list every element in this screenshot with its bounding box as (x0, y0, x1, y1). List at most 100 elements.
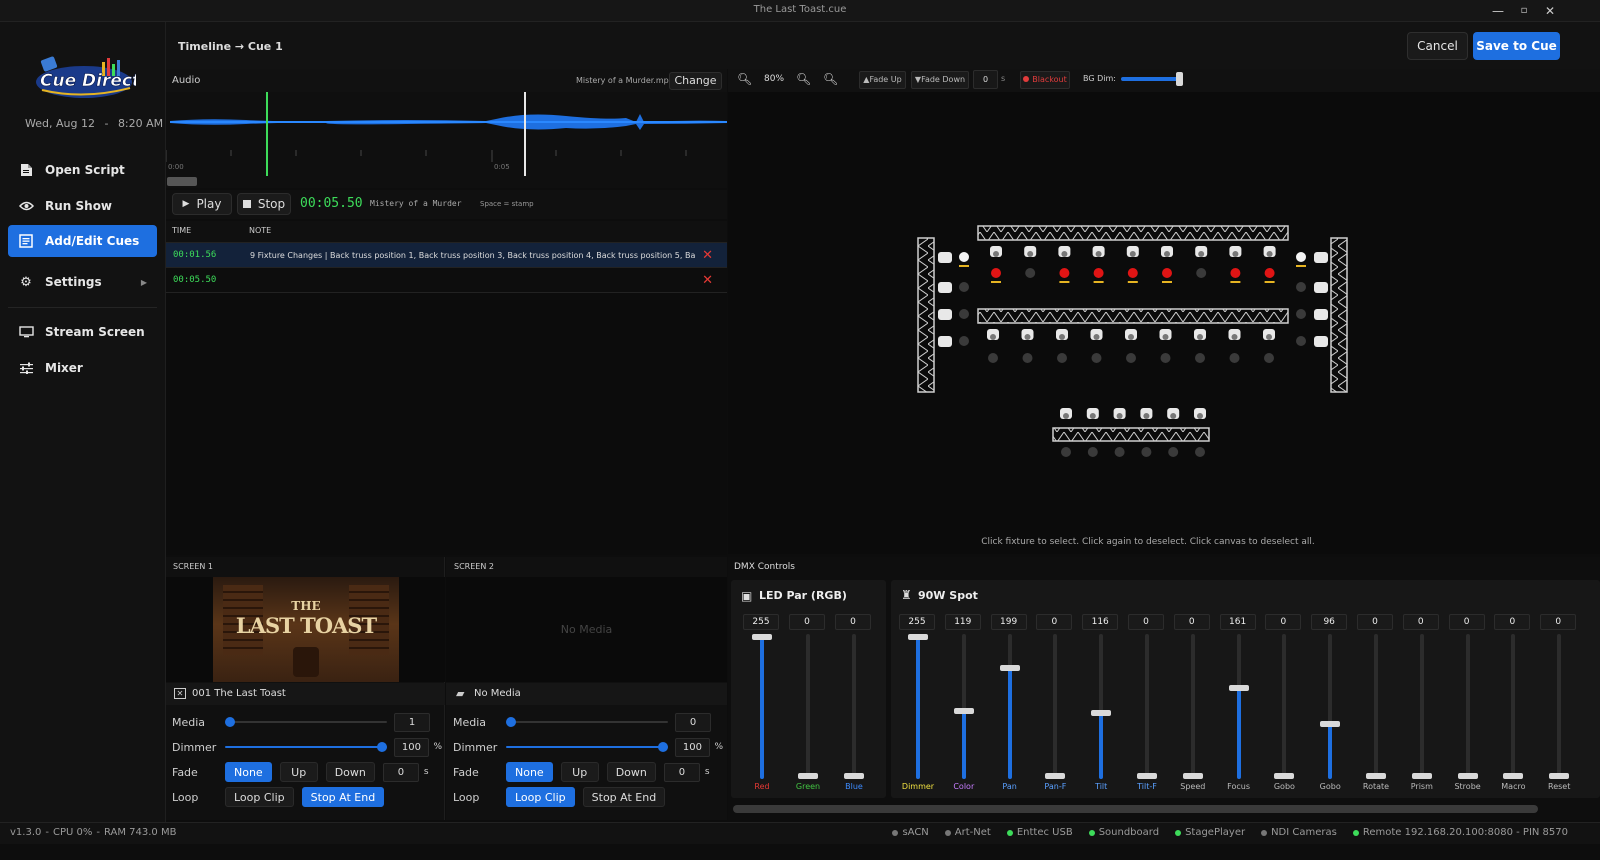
fader-value[interactable]: 0 (835, 614, 871, 630)
screen1-media-slider[interactable] (225, 717, 387, 727)
fader-value[interactable]: 0 (1540, 614, 1577, 630)
dmx-fader-green[interactable]: 0 Green (785, 614, 831, 794)
nav-mixer[interactable]: Mixer (8, 352, 157, 384)
dmx-fader-blue[interactable]: 0 Blue (831, 614, 877, 794)
fader-knob[interactable] (1182, 773, 1203, 779)
dmx-fader-pan[interactable]: 199 Pan (987, 614, 1033, 794)
screen2-dimmer-slider[interactable] (505, 742, 668, 752)
stage-canvas[interactable]: Click fixture to select. Click again to … (728, 92, 1600, 554)
dmx-fader-red[interactable]: 255 Red (739, 614, 785, 794)
dmx-fader-prism[interactable]: 0 Prism (1399, 614, 1445, 794)
screen1-fade-none-button[interactable]: None (225, 762, 272, 782)
blackout-button[interactable]: Blackout (1020, 71, 1070, 89)
screen2-loop-clip-button[interactable]: Loop Clip (506, 787, 575, 807)
fader-knob[interactable] (752, 634, 772, 640)
fader-track[interactable] (1419, 634, 1424, 779)
fader-value[interactable]: 255 (899, 614, 935, 630)
slider-knob[interactable] (506, 717, 516, 727)
fader-track[interactable] (1557, 634, 1562, 779)
delete-cue-icon[interactable]: ✕ (702, 273, 713, 288)
fade-up-button[interactable]: ▲Fade Up (859, 71, 906, 89)
fader-knob[interactable] (1091, 709, 1112, 716)
screen2-fade-down-button[interactable]: Down (606, 762, 656, 782)
fader-track[interactable] (1465, 634, 1470, 779)
dmx-fader-tilt[interactable]: 116 Tilt (1078, 614, 1124, 794)
fader-knob[interactable] (953, 708, 974, 715)
dmx-fader-macro[interactable]: 0 Macro (1490, 614, 1536, 794)
screen2-media-slider[interactable] (506, 717, 668, 727)
nav-settings[interactable]: ⚙ Settings ▶ (8, 266, 157, 298)
fader-value[interactable]: 0 (1128, 614, 1164, 630)
fader-knob[interactable] (908, 634, 928, 640)
screen2-fade-none-button[interactable]: None (506, 762, 553, 782)
bg-dim-slider[interactable] (1121, 72, 1183, 86)
fader-knob[interactable] (999, 664, 1020, 671)
fader-track[interactable] (1511, 634, 1516, 779)
fader-knob[interactable] (1045, 773, 1066, 779)
stop-button[interactable]: Stop (237, 193, 291, 215)
zoom-out-icon[interactable]: 🔍︎ (737, 72, 752, 86)
dmx-fader-speed[interactable]: 0 Speed (1170, 614, 1216, 794)
fader-value[interactable]: 0 (789, 614, 825, 630)
fader-value[interactable]: 116 (1082, 614, 1119, 630)
dmx-fader-tilt-f[interactable]: 0 Tilt-F (1124, 614, 1170, 794)
fader-knob[interactable] (1457, 773, 1478, 779)
fader-knob[interactable] (1137, 773, 1157, 779)
fader-track[interactable] (806, 634, 810, 779)
change-audio-button[interactable]: Change (669, 72, 722, 90)
cue-table-row[interactable]: 00:05.50 ✕ (166, 268, 727, 293)
fader-knob[interactable] (1320, 720, 1341, 727)
fader-knob[interactable] (798, 773, 818, 779)
screen2-fade-input[interactable]: 0 (663, 762, 700, 782)
fader-track[interactable] (1053, 634, 1058, 779)
fader-value[interactable]: 161 (1219, 614, 1256, 630)
fader-value[interactable]: 199 (990, 614, 1027, 630)
fade-time-input[interactable]: 0 (973, 70, 998, 89)
nav-stream-screen[interactable]: Stream Screen (8, 316, 157, 348)
close-icon[interactable]: ✕ (1541, 2, 1559, 20)
fader-track[interactable] (1190, 634, 1195, 779)
fader-track[interactable] (852, 634, 856, 779)
fader-value[interactable]: 96 (1311, 614, 1348, 630)
save-to-cue-button[interactable]: Save to Cue (1473, 32, 1560, 60)
screen1-fade-down-button[interactable]: Down (325, 762, 375, 782)
zoom-fit-icon[interactable]: 🔍︎ (823, 72, 838, 86)
zoom-in-icon[interactable]: 🔍︎ (796, 72, 811, 86)
delete-cue-icon[interactable]: ✕ (702, 248, 713, 263)
fader-value[interactable]: 0 (1448, 614, 1485, 630)
screen1-dimmer-input[interactable]: 100 (393, 737, 430, 757)
play-button[interactable]: ▶ Play (172, 193, 232, 215)
fader-track[interactable] (1374, 634, 1378, 779)
dmx-fader-reset[interactable]: 0 Reset (1536, 614, 1582, 794)
slider-knob[interactable] (657, 742, 668, 752)
screen1-media-input[interactable]: 1 (394, 712, 430, 732)
screen2-dimmer-input[interactable]: 100 (674, 737, 711, 757)
bg-dim-knob[interactable] (1176, 72, 1183, 86)
dmx-fader-pan-f[interactable]: 0 Pan-F (1032, 614, 1078, 794)
minimize-icon[interactable]: — (1489, 2, 1507, 20)
screen2-preview[interactable]: No Media (446, 577, 727, 682)
slider-knob[interactable] (376, 742, 387, 752)
nav-add-edit-cues[interactable]: Add/Edit Cues (8, 225, 157, 257)
fader-knob[interactable] (1228, 685, 1249, 692)
screen1-dimmer-slider[interactable] (224, 742, 387, 752)
fader-knob[interactable] (1366, 773, 1386, 779)
fader-value[interactable]: 119 (944, 614, 981, 630)
dmx-scrollbar[interactable] (733, 805, 1538, 813)
fader-knob[interactable] (1274, 773, 1295, 779)
dmx-fader-color[interactable]: 119 Color (941, 614, 987, 794)
fader-knob[interactable] (1503, 773, 1524, 779)
cue-table-row[interactable]: 00:01.56 9 Fixture Changes | Back truss … (166, 243, 727, 268)
waveform-scrollbar[interactable] (166, 176, 727, 188)
maximize-icon[interactable]: ▫ (1515, 2, 1533, 20)
fader-value[interactable]: 0 (1494, 614, 1531, 630)
fader-value[interactable]: 255 (743, 614, 779, 630)
screen1-preview[interactable]: THE LAST TOAST (166, 577, 445, 682)
nav-open-script[interactable]: Open Script (8, 154, 157, 186)
dmx-fader-strobe[interactable]: 0 Strobe (1445, 614, 1491, 794)
waveform-scroll-thumb[interactable] (167, 177, 197, 186)
fade-down-button[interactable]: ▼Fade Down (911, 71, 969, 89)
fader-knob[interactable] (1549, 773, 1570, 779)
fader-track[interactable] (1282, 634, 1287, 779)
screen2-media-input[interactable]: 0 (675, 712, 711, 732)
